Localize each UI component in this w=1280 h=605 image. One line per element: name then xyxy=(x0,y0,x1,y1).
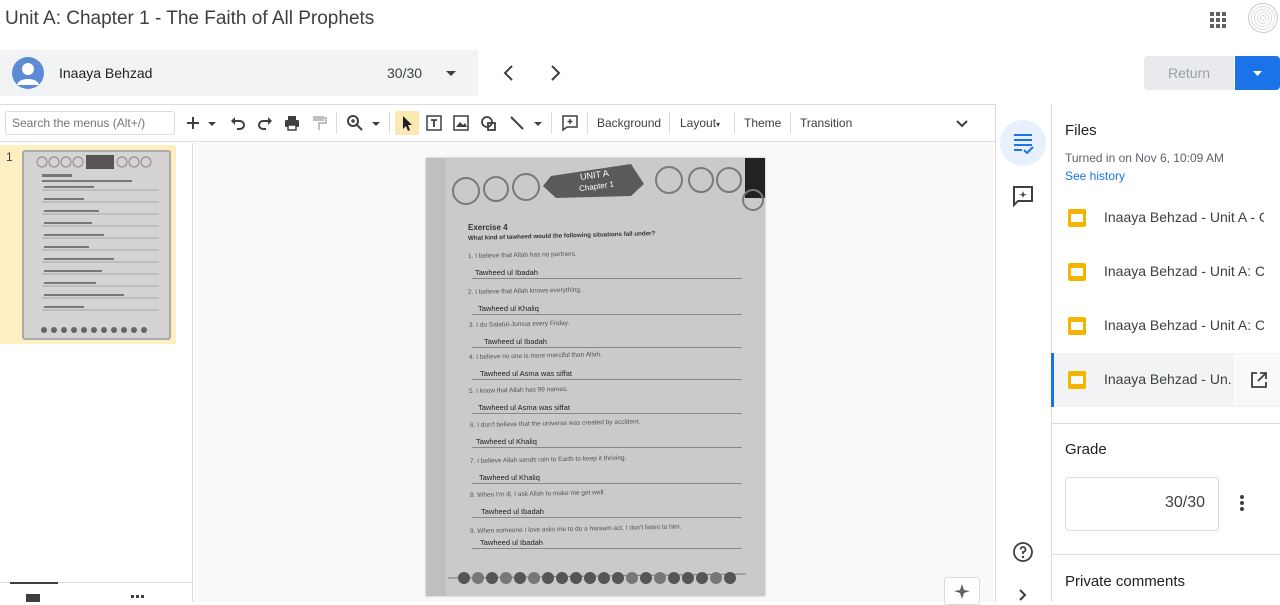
select-tool-button[interactable] xyxy=(395,111,419,135)
transition-button[interactable]: Transition xyxy=(800,116,852,130)
worksheet-answer-line xyxy=(472,314,742,315)
worksheet-exercise-title: Exercise 4 xyxy=(468,223,508,232)
next-student-chevron-right-icon[interactable] xyxy=(544,62,566,84)
panel-divider xyxy=(1051,423,1280,424)
shape-icon[interactable] xyxy=(478,113,498,133)
file-name: Inaaya Behzad - Unit A: Ch... xyxy=(1104,263,1264,279)
new-slide-plus-icon[interactable] xyxy=(183,113,203,133)
turned-in-status: Turned in on Nov 6, 10:09 AM xyxy=(1065,151,1224,165)
search-menus-input[interactable] xyxy=(5,111,175,135)
worksheet-answer-line xyxy=(472,517,742,518)
return-button[interactable]: Return xyxy=(1144,56,1234,90)
worksheet-answer-line xyxy=(472,483,742,484)
files-heading: Files xyxy=(1065,122,1097,139)
layout-menu-button[interactable]: Layout▾ xyxy=(680,116,720,130)
zoom-icon[interactable] xyxy=(345,113,365,133)
zoom-dropdown-icon[interactable] xyxy=(369,113,383,133)
explore-button[interactable] xyxy=(944,577,980,605)
file-name: Inaaya Behzad - Un... xyxy=(1104,371,1232,387)
side-rail xyxy=(995,104,1051,602)
grade-heading: Grade xyxy=(1065,441,1107,458)
explore-icon xyxy=(954,584,970,599)
worksheet-answer: Tawheed ul Ibadah xyxy=(481,507,544,516)
paint-format-icon[interactable] xyxy=(309,113,329,133)
redo-icon[interactable] xyxy=(255,113,275,133)
worksheet-answer: Tawheed ul Khaliq xyxy=(476,437,537,446)
comments-icon[interactable] xyxy=(1011,184,1035,208)
file-name: Inaaya Behzad - Unit A: Ch... xyxy=(1104,317,1264,333)
slides-file-icon xyxy=(1068,263,1086,281)
slide-number: 1 xyxy=(6,150,13,164)
more-vert-icon[interactable] xyxy=(1232,493,1252,513)
file-item[interactable]: Inaaya Behzad - Unit A - C... xyxy=(1051,191,1280,245)
slide-thumbnail[interactable] xyxy=(22,150,171,340)
help-icon[interactable] xyxy=(1011,540,1035,564)
worksheet-answer: Tawheed ul Asma was siffat xyxy=(478,403,570,412)
layout-label: Layout xyxy=(680,116,717,130)
file-item[interactable]: Inaaya Behzad - Unit A: Ch... xyxy=(1051,245,1280,299)
worksheet-answer: Tawheed ul Khaliq xyxy=(478,304,539,313)
slide-worksheet-image[interactable]: UNIT A Chapter 1 Exercise 4 What kind of… xyxy=(426,158,765,596)
student-name: Inaaya Behzad xyxy=(59,65,153,81)
text-box-icon[interactable] xyxy=(424,113,444,133)
select-cursor-icon xyxy=(403,116,412,131)
grade-value: 30/30 xyxy=(1165,494,1206,511)
worksheet-answer: Tawheed ul Ibadah xyxy=(480,538,543,547)
panel-divider xyxy=(1051,554,1280,555)
worksheet-answer-line xyxy=(472,347,742,348)
line-icon[interactable] xyxy=(507,113,527,133)
worksheet-answer-line xyxy=(472,447,742,448)
worksheet-answer-line xyxy=(472,413,742,414)
expand-chevron-right-icon[interactable] xyxy=(1013,587,1033,602)
worksheet-answer: Tawheed ul Ibadah xyxy=(484,337,547,346)
worksheet-answer-line xyxy=(472,379,742,380)
worksheet-answer: Tawheed ul Khaliq xyxy=(479,473,540,482)
private-comments-heading: Private comments xyxy=(1065,573,1186,590)
grid-view-icon[interactable] xyxy=(131,595,145,601)
filmstrip-view-icon[interactable] xyxy=(26,594,40,602)
slides-file-icon xyxy=(1068,317,1086,335)
worksheet-answer: Tawheed ul Asma was siffat xyxy=(480,369,572,378)
line-dropdown-icon[interactable] xyxy=(531,113,545,133)
undo-icon[interactable] xyxy=(228,113,248,133)
print-icon[interactable] xyxy=(282,113,302,133)
image-icon[interactable] xyxy=(451,113,471,133)
files-list-icon xyxy=(1014,134,1034,155)
student-avatar xyxy=(12,57,44,89)
file-name: Inaaya Behzad - Unit A - C... xyxy=(1104,209,1264,225)
account-avatar-icon[interactable] xyxy=(1248,3,1278,33)
worksheet-answer-line xyxy=(472,548,742,549)
apps-grid-icon[interactable] xyxy=(1207,9,1229,31)
see-history-link[interactable]: See history xyxy=(1065,169,1125,183)
return-dropdown-button[interactable] xyxy=(1235,56,1280,90)
collapse-toolbar-chevron-up-icon[interactable] xyxy=(952,113,972,133)
student-score: 30/30 xyxy=(387,65,423,81)
slides-file-icon xyxy=(1068,371,1086,389)
new-slide-dropdown-icon[interactable] xyxy=(205,113,219,133)
layout-dropdown-icon: ▾ xyxy=(716,120,721,129)
worksheet-answer-line xyxy=(472,278,742,279)
file-item[interactable]: Inaaya Behzad - Unit A: Ch... xyxy=(1051,299,1280,353)
student-dropdown-arrow-icon[interactable] xyxy=(444,66,458,80)
files-panel-toggle[interactable] xyxy=(1000,120,1046,166)
background-button[interactable]: Background xyxy=(597,116,661,130)
filmstrip-view-indicator xyxy=(10,582,58,584)
page-title: Unit A: Chapter 1 - The Faith of All Pro… xyxy=(5,8,375,29)
worksheet-answer: Tawheed ul Ibadah xyxy=(475,268,538,277)
open-in-new-icon[interactable] xyxy=(1234,354,1280,405)
slides-file-icon xyxy=(1068,209,1086,227)
comment-add-icon[interactable] xyxy=(560,113,580,133)
theme-button[interactable]: Theme xyxy=(744,116,781,130)
previous-student-chevron-left-icon[interactable] xyxy=(498,62,520,84)
dropdown-arrow-icon xyxy=(1253,71,1262,76)
